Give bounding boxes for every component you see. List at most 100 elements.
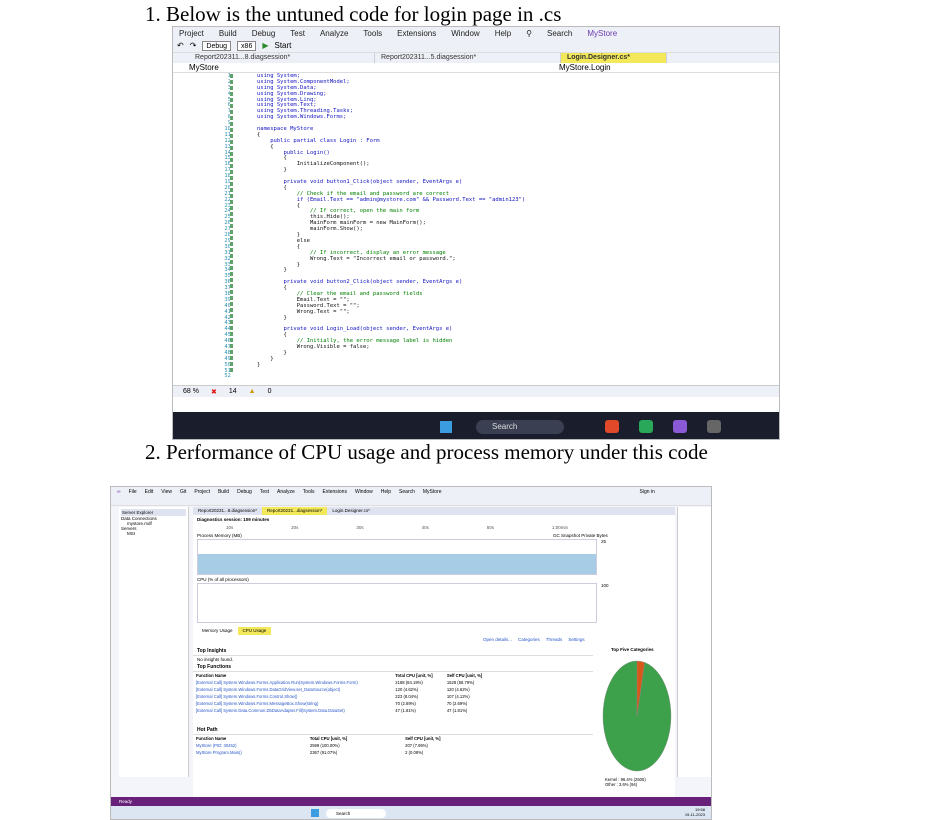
table-row[interactable]: MyStore.Program.Main() 2367 (91.07%) 2 (0.… (193, 749, 493, 756)
hot-path-table: Function Name Total CPU [unit, %] Self C… (193, 735, 493, 756)
tab-memory-usage[interactable]: Memory Usage (197, 627, 238, 635)
project-dropdown[interactable]: MyStore (173, 63, 553, 72)
total-cpu: 223 (8.04%) (395, 694, 419, 699)
cpu-chart[interactable] (197, 583, 597, 623)
col-self[interactable]: Self CPU [unit, %] (402, 735, 493, 742)
diag-tab-report[interactable]: Report20231...diagsession* (262, 507, 328, 515)
start-icon[interactable]: ▶ (262, 41, 268, 50)
diag-tab-login[interactable]: Login.Designer.cs* (327, 507, 375, 515)
diag-tab-report-8[interactable]: Report20231...8.diagsession* (193, 507, 262, 515)
menu-debug-2[interactable]: Debug (237, 489, 252, 495)
taskbar: Search (173, 412, 779, 439)
warning-count[interactable]: 0 (268, 388, 272, 395)
tab-report-5[interactable]: Report202311...5.diagsession* (375, 53, 561, 63)
function-name[interactable]: [External Call] System.Data.Common.DbDat… (193, 707, 392, 714)
menu-help[interactable]: Help (495, 29, 511, 38)
function-name[interactable]: [External Call] System.Windows.Forms.Mes… (193, 700, 392, 707)
server-explorer-panel: Server Explorer Data Connections mystore… (119, 507, 189, 777)
function-name[interactable]: MyStore (PID: 30452) (193, 742, 307, 749)
undo-icon[interactable]: ↶ (177, 41, 184, 50)
editor-status-bar: 68 % ✖ 14 ▲ 0 (173, 385, 779, 397)
table-header: Function Name Total CPU [unit, %] Self C… (193, 672, 493, 679)
error-icon[interactable]: ✖ (211, 388, 217, 396)
redo-icon[interactable]: ↷ (190, 41, 197, 50)
categories-filter[interactable]: Categories (518, 637, 540, 642)
open-details-link[interactable]: Open details... (483, 637, 512, 642)
brave-icon[interactable] (605, 420, 619, 433)
search-box-2[interactable]: Search (399, 489, 415, 495)
code-editor[interactable]: 1234567891011121314151617181920212223242… (173, 73, 779, 382)
menu-help-2[interactable]: Help (381, 489, 391, 495)
memory-label: Process Memory (MB) (197, 533, 242, 538)
col-self[interactable]: Self CPU [unit, %] (444, 672, 493, 679)
terminal-icon[interactable] (707, 420, 721, 433)
menu-analyze-2[interactable]: Analyze (277, 489, 295, 495)
sign-in-link[interactable]: Sign in (640, 489, 655, 495)
taskbar-search-2[interactable]: Search (326, 809, 386, 818)
windows-icon-2[interactable] (311, 809, 319, 817)
zoom-level[interactable]: 68 % (183, 388, 199, 395)
table-row[interactable]: MyStore (PID: 30452) 2599 (100.00%) 207 (7… (193, 742, 493, 749)
function-name[interactable]: [External Call] System.Windows.Forms.Dat… (193, 686, 392, 693)
tree-item-msi[interactable]: MSI (121, 531, 186, 536)
cpu-label: CPU (% of all processors) (197, 577, 249, 582)
menu-edit[interactable]: Edit (145, 489, 154, 495)
memory-chart[interactable] (197, 539, 597, 575)
search-icon[interactable]: ⚲ (526, 29, 532, 38)
visual-studio-icon[interactable] (673, 420, 687, 433)
settings-filter[interactable]: Settings (568, 637, 584, 642)
menu-test-2[interactable]: Test (260, 489, 269, 495)
menu-project[interactable]: Project (179, 29, 204, 38)
menu-build[interactable]: Build (219, 29, 237, 38)
top-functions-table: Function Name Total CPU [unit, %] Self C… (193, 672, 493, 714)
search-box[interactable]: Search (547, 29, 572, 38)
function-name[interactable]: [External Call] System.Windows.Forms.App… (193, 679, 392, 686)
menu-file[interactable]: File (129, 489, 137, 495)
menu-window-2[interactable]: Window (355, 489, 373, 495)
menu-test[interactable]: Test (290, 29, 305, 38)
menu-tools-2[interactable]: Tools (303, 489, 315, 495)
self-cpu: 1528 (58.79%) (446, 680, 475, 685)
windows-icon[interactable] (440, 421, 452, 433)
tab-report-8[interactable]: Report202311...8.diagsession* (189, 53, 375, 63)
menu-build-2[interactable]: Build (218, 489, 229, 495)
edge-icon[interactable] (639, 420, 653, 433)
col-function[interactable]: Function Name (193, 672, 392, 679)
class-dropdown[interactable]: MyStore.Login (553, 63, 779, 72)
tab-login-designer[interactable]: Login.Designer.cs* (561, 53, 667, 63)
table-row[interactable]: [External Call] System.Data.Common.DbDat… (193, 707, 493, 714)
code-lines[interactable]: using System; using System.ComponentModel… (257, 73, 777, 369)
start-button[interactable]: Start (275, 41, 292, 50)
menu-tools[interactable]: Tools (363, 29, 382, 38)
usage-tabs: Memory Usage CPU Usage (197, 627, 297, 635)
categories-pie-chart[interactable] (601, 657, 673, 775)
menu-extensions[interactable]: Extensions (397, 29, 436, 38)
table-row[interactable]: [External Call] System.Windows.Forms.App… (193, 679, 493, 686)
menu-view[interactable]: View (161, 489, 172, 495)
menu-git[interactable]: Git (180, 489, 186, 495)
col-total[interactable]: Total CPU [unit, %] (392, 672, 444, 679)
table-row[interactable]: [External Call] System.Windows.Forms.Con… (193, 693, 493, 700)
platform-select[interactable]: x86 (237, 40, 257, 51)
warning-icon[interactable]: ▲ (249, 388, 256, 395)
function-name[interactable]: [External Call] System.Windows.Forms.Con… (193, 693, 392, 700)
menu-analyze[interactable]: Analyze (320, 29, 348, 38)
tab-cpu-usage[interactable]: CPU Usage (237, 627, 272, 635)
config-select[interactable]: Debug (202, 40, 232, 51)
table-row[interactable]: [External Call] System.Windows.Forms.Mes… (193, 700, 493, 707)
function-name[interactable]: MyStore.Program.Main() (193, 749, 307, 756)
table-row[interactable]: [External Call] System.Windows.Forms.Dat… (193, 686, 493, 693)
code-line[interactable]: } (257, 362, 777, 369)
col-function[interactable]: Function Name (193, 735, 307, 742)
cpu-y-max: 100 (601, 583, 609, 588)
taskbar-search[interactable]: Search (476, 420, 564, 434)
total-cpu: 70 (2.69%) (395, 701, 416, 706)
self-cpu: 70 (2.69%) (446, 701, 468, 706)
menu-extensions-2[interactable]: Extensions (322, 489, 346, 495)
col-total[interactable]: Total CPU [unit, %] (307, 735, 402, 742)
menu-debug[interactable]: Debug (252, 29, 276, 38)
error-count[interactable]: 14 (229, 388, 237, 395)
menu-window[interactable]: Window (451, 29, 479, 38)
threads-filter[interactable]: Threads (546, 637, 563, 642)
menu-project-2[interactable]: Project (194, 489, 210, 495)
